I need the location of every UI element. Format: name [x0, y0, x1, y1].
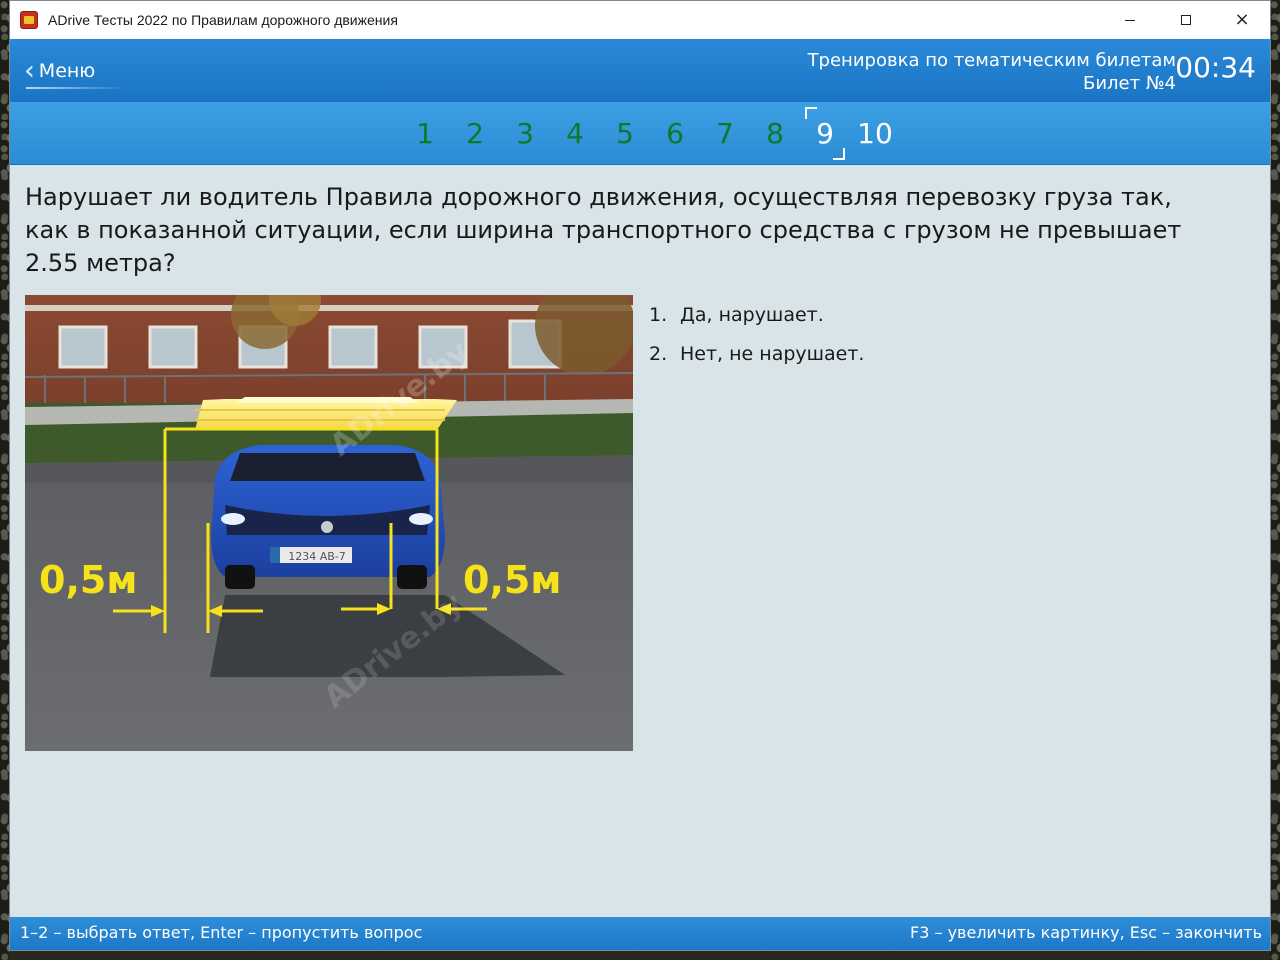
menu-button[interactable]: ‹‹ Меню: [24, 55, 95, 87]
menu-underline: [26, 87, 126, 89]
question-number-1[interactable]: 1: [400, 117, 450, 150]
header-bar: ‹‹ Меню Тренировка по тематическим билет…: [10, 39, 1270, 102]
label-left-distance: 0,5м: [39, 558, 137, 602]
label-right-distance: 0,5м: [463, 558, 561, 602]
hint-right: F3 – увеличить картинку, Esc – закончить: [910, 923, 1262, 942]
answer-number: 2.: [649, 342, 668, 365]
question-navigation: 1 2 3 4 5 6 7 8 9 10: [10, 102, 1270, 165]
question-number-list: 1 2 3 4 5 6 7 8 9 10: [400, 102, 900, 165]
desktop-background-right: [1270, 0, 1280, 960]
question-number-3[interactable]: 3: [500, 117, 550, 150]
answer-option-1[interactable]: 1. Да, нарушает.: [649, 295, 864, 334]
traffic-scene-illustration: 1234 AB-7 0,5м 0,5м ADrive.by ADrive.by: [25, 295, 633, 751]
status-bar: 1–2 – выбрать ответ, Enter – пропустить …: [10, 917, 1270, 950]
app-icon: [20, 11, 38, 29]
app-window: ADrive Тесты 2022 по Правилам дорожного …: [9, 0, 1271, 951]
question-image[interactable]: 1234 AB-7 0,5м 0,5м ADrive.by ADrive.by: [25, 295, 633, 751]
desktop-background-left: [0, 0, 9, 960]
maximize-icon: [1181, 15, 1191, 25]
ticket-title: Билет №4: [1082, 73, 1176, 94]
close-icon: ×: [1234, 9, 1250, 30]
question-number-9[interactable]: 9: [800, 107, 850, 160]
minimize-button[interactable]: [1102, 1, 1158, 39]
mode-info: Тренировка по тематическим билетам Билет…: [808, 49, 1176, 95]
question-number-6[interactable]: 6: [650, 117, 700, 150]
menu-label: Меню: [38, 60, 96, 82]
answer-list: 1. Да, нарушает. 2. Нет, не нарушает.: [649, 295, 864, 373]
question-number-4[interactable]: 4: [550, 117, 600, 150]
question-number-7[interactable]: 7: [700, 117, 750, 150]
title-bar[interactable]: ADrive Тесты 2022 по Правилам дорожного …: [10, 1, 1270, 39]
window-controls: ×: [1102, 1, 1270, 39]
question-number-8[interactable]: 8: [750, 117, 800, 150]
maximize-button[interactable]: [1158, 1, 1214, 39]
minimize-icon: [1125, 19, 1135, 21]
answer-option-2[interactable]: 2. Нет, не нарушает.: [649, 334, 864, 373]
timer: 00:34: [1175, 51, 1256, 84]
question-number-10[interactable]: 10: [850, 117, 900, 150]
mode-title: Тренировка по тематическим билетам: [807, 50, 1176, 71]
hint-left: 1–2 – выбрать ответ, Enter – пропустить …: [20, 923, 423, 942]
license-plate-text: 1234 AB-7: [288, 550, 346, 563]
answer-number: 1.: [649, 303, 668, 326]
question-text: Нарушает ли водитель Правила дорожного д…: [25, 183, 1182, 277]
answer-text: Нет, не нарушает.: [680, 342, 865, 365]
answer-text: Да, нарушает.: [680, 303, 824, 326]
close-button[interactable]: ×: [1214, 1, 1270, 39]
question-number-2[interactable]: 2: [450, 117, 500, 150]
window-title: ADrive Тесты 2022 по Правилам дорожного …: [48, 12, 398, 28]
question-number-5[interactable]: 5: [600, 117, 650, 150]
double-chevron-left-icon: ‹‹: [24, 56, 33, 86]
